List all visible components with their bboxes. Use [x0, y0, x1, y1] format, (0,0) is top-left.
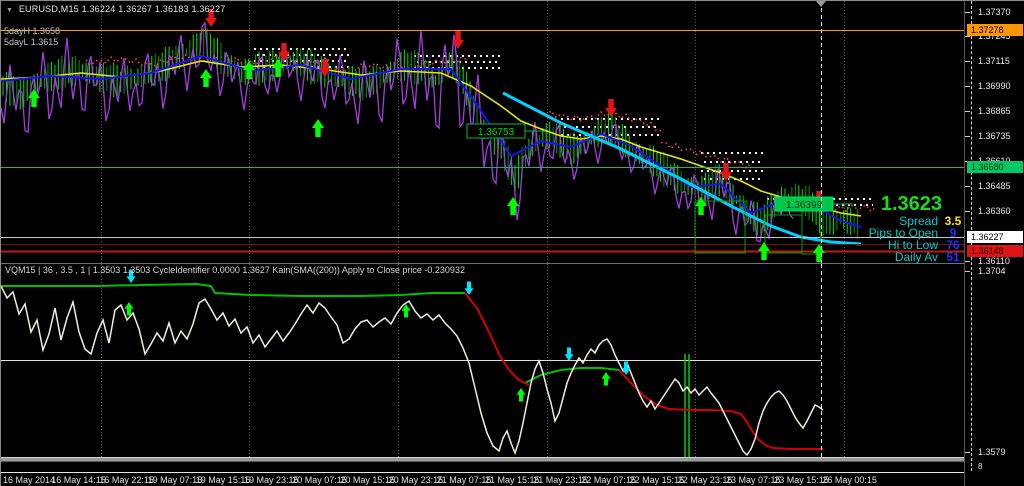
time-label: 16 May 2014	[3, 475, 56, 485]
indicator-tick-label: 1.3704	[978, 266, 1006, 276]
quote-open: 1.36224	[81, 4, 116, 14]
price-axis[interactable]: 1.37370 1.37245 1.37115 1.36990 1.36865 1.367…	[964, 1, 1024, 486]
sell-arrow	[605, 99, 617, 117]
price-tick-label: 1.37370	[978, 7, 1011, 17]
time-label: 19 May 23:15	[244, 475, 299, 485]
price-marker-box: 1.36227	[967, 231, 1023, 243]
buy-arrow	[507, 197, 519, 215]
axis-tick-mark	[965, 452, 970, 453]
time-label: 26 May 00:15	[822, 475, 877, 485]
indicator-header-label: VQM15 | 36 , 3.5 , 1 | 1.3503 1.3503 Cyc…	[5, 265, 465, 275]
time-label: 22 May 07:15	[581, 475, 636, 485]
quote-high: 1.36267	[118, 4, 153, 14]
axis-tick-mark	[965, 86, 970, 87]
red-dotted-band	[85, 53, 217, 68]
axis-tick-mark	[965, 271, 970, 272]
time-label: 19 May 15:15	[195, 475, 251, 485]
time-label: 19 May 07:15	[147, 475, 203, 485]
purple-oscillator-line	[1, 21, 794, 243]
time-label: 23 May 15:15	[774, 475, 829, 485]
cycle-line-red	[618, 369, 823, 450]
price-tick-label: 1.36110	[978, 256, 1010, 266]
info-row-daily-av: Daily Av 51	[708, 251, 968, 263]
time-label: 21 May 23:15	[533, 475, 588, 485]
axis-tick-mark	[965, 36, 970, 37]
cycle-line-red	[464, 292, 530, 386]
collapse-triangle-icon[interactable]: ▼	[6, 7, 13, 14]
sell-arrow	[452, 31, 464, 49]
daily-av-label: Daily Av	[894, 250, 938, 264]
price-tick-label: 1.37115	[978, 56, 1010, 66]
time-label: 20 May 07:15	[292, 475, 347, 485]
axis-tick-mark	[965, 111, 970, 112]
price-marker-box: 1.36580	[967, 161, 1023, 173]
buy-arrow	[516, 388, 526, 402]
symbol-timeframe-label: EURUSD,M15	[18, 4, 79, 14]
sub-chart-canvas[interactable]	[1, 263, 964, 458]
five-day-low-label: 5dayL 1.3615	[4, 37, 59, 47]
time-axis[interactable]: 16 May 2014 16 May 14:15 16 May 22:15 19 Ma…	[1, 472, 1024, 486]
axis-tick-mark	[965, 186, 970, 187]
buy-arrow	[200, 69, 212, 87]
axis-tick-mark	[965, 61, 970, 62]
vq-line	[1, 285, 824, 457]
time-label: 16 May 14:15	[51, 475, 106, 485]
quote-close: 1.36227	[191, 4, 226, 14]
time-label: 22 May 15:15	[629, 475, 685, 485]
axis-tick-mark	[965, 261, 970, 262]
current-price-value: 1.3623	[880, 193, 942, 215]
buy-arrow	[601, 372, 611, 386]
time-label: 20 May 15:15	[340, 475, 395, 485]
market-info-panel: 1.3623 Spread 3.5 Pips to Open 9 Hi to L…	[708, 193, 968, 263]
axis-tick-mark	[965, 211, 970, 212]
price-tick-label: 1.36990	[978, 81, 1011, 91]
time-label: 16 May 22:15	[99, 475, 154, 485]
buy-arrow	[312, 119, 324, 137]
mt4-chart-window: 1.36753 1.36399 ▼ EURUSD,M15 1.36224 1.36…	[0, 0, 1024, 486]
mini-pane-scale-label: 8	[978, 462, 983, 471]
price-marker-box: 1.36148	[967, 245, 1023, 257]
cycle-line-green	[1, 282, 465, 297]
indicator-tick-label: 1.3579	[978, 447, 1006, 457]
axis-tick-mark	[965, 136, 970, 137]
sell-arrow	[564, 347, 574, 361]
price-tick-label: 1.36485	[978, 181, 1011, 191]
signal-time-marker	[816, 1, 826, 7]
price-tick-label: 1.36735	[978, 131, 1011, 141]
price-flag-label: 1.36753	[478, 127, 515, 138]
price-tick-label: 1.36360	[978, 206, 1011, 216]
time-label: 21 May 07:15	[436, 475, 492, 485]
time-label: 23 May 07:15	[726, 475, 781, 485]
price-tick-label: 1.36865	[978, 106, 1011, 116]
time-label: 20 May 23:15	[388, 475, 444, 485]
quote-low: 1.36183	[154, 4, 189, 14]
axis-tick-mark	[965, 12, 970, 13]
time-label: 21 May 15:15	[485, 475, 540, 485]
sell-arrow	[720, 163, 732, 181]
chart-quote-bar: ▼ EURUSD,M15 1.36224 1.36267 1.36183 1.3…	[6, 4, 225, 14]
mini-indicator-pane[interactable]	[1, 462, 964, 472]
five-day-high-label: 5dayH 1.3658	[4, 26, 61, 36]
price-marker-box: 1.37278	[967, 24, 1023, 36]
time-label: 22 May 23:15	[677, 475, 733, 485]
